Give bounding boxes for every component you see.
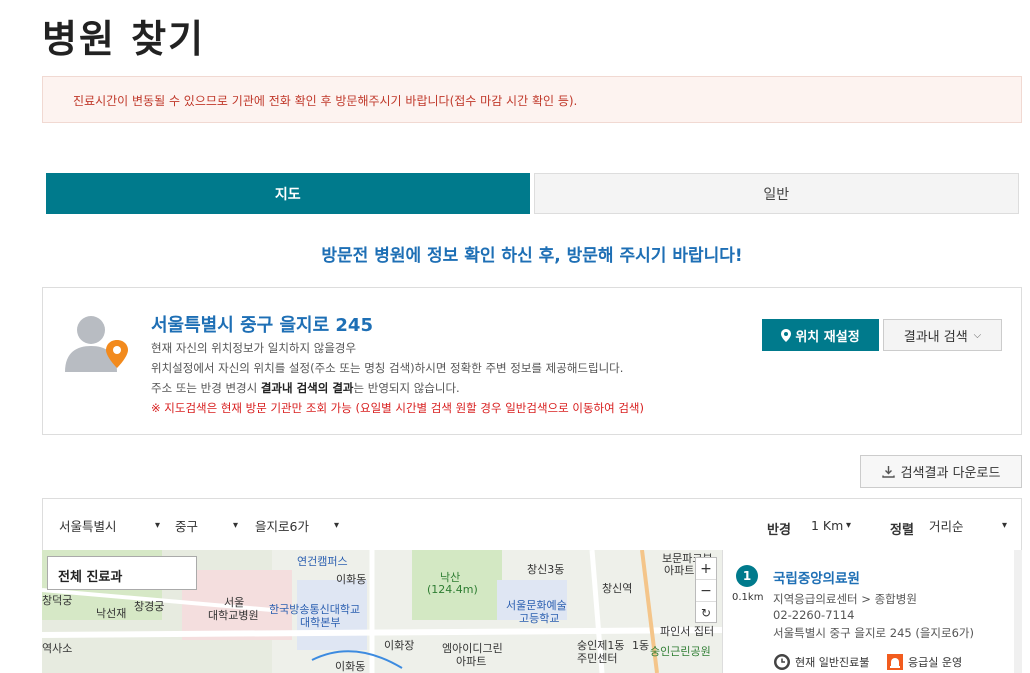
view-tabs: 지도 일반 — [46, 173, 1019, 214]
department-filter[interactable]: 전체 진료과 — [47, 556, 197, 590]
chevron-down-icon: ▾ — [232, 520, 238, 531]
search-within-results-button[interactable]: 결과내 검색 ⌵ — [883, 319, 1002, 351]
city-select[interactable]: 서울특별시 ▾ — [53, 511, 166, 540]
result-phone: 02-2260-7114 — [773, 608, 855, 622]
radius-select[interactable]: 1 Km ▾ — [805, 511, 857, 540]
result-er-tag: 응급실 운영 — [886, 653, 962, 671]
reset-location-button[interactable]: 위치 재설정 — [762, 319, 879, 351]
chevron-down-icon: ▾ — [154, 520, 160, 531]
map-label: 창신3동 — [527, 563, 565, 576]
clock-icon — [774, 654, 790, 670]
district-select[interactable]: 중구 ▾ — [169, 511, 244, 540]
help-line-3: 주소 또는 반경 변경시 결과내 검색의 결과는 반영되지 않습니다. — [151, 381, 460, 395]
chevron-down-icon: ⌵ — [973, 329, 982, 341]
result-name-link[interactable]: 국립중앙의료원 — [773, 567, 860, 587]
zoom-out-button[interactable]: − — [696, 580, 716, 602]
result-category: 지역응급의료센터 > 종합병원 — [773, 592, 917, 606]
dong-select[interactable]: 을지로6가 ▾ — [249, 511, 345, 540]
map-label: 창신역 — [602, 582, 633, 595]
chevron-down-icon: ▾ — [845, 520, 851, 531]
map-label: 아파트 — [456, 655, 487, 668]
result-status-tag: 현재 일반진료불 — [773, 653, 869, 671]
siren-icon — [887, 654, 903, 670]
result-address: 서울특별시 중구 을지로 245 (을지로6가) — [773, 626, 974, 640]
map-label: 파인서 집터 — [660, 625, 715, 638]
results-scrollbar[interactable] — [1014, 550, 1022, 673]
location-help: 현재 자신의 위치정보가 일치하지 않을경우 위치설정에서 자신의 위치를 설정… — [151, 338, 644, 418]
notice-banner: 진료시간이 변동될 수 있으므로 기관에 전화 확인 후 방문해주시기 바랍니다… — [42, 76, 1022, 123]
chevron-down-icon: ▾ — [1001, 520, 1007, 531]
user-location-icon — [63, 308, 129, 372]
map-label: (124.4m) — [427, 583, 478, 596]
result-rank-marker: 1 — [736, 565, 758, 587]
help-line-2: 위치설정에서 자신의 위치를 설정(주소 또는 명칭 검색)하시면 정확한 주변… — [151, 361, 624, 375]
map-label: 창경궁 — [134, 600, 165, 613]
map-label: 이화장 — [384, 639, 415, 652]
location-panel: 서울특별시 중구 을지로 245 현재 자신의 위치정보가 일치하지 않을경우 … — [42, 287, 1022, 435]
tab-general[interactable]: 일반 — [533, 173, 1019, 214]
guide-text: 방문전 병원에 정보 확인 하신 후, 방문해 주시기 바랍니다! — [321, 246, 743, 266]
radius-label: 반경 — [767, 523, 791, 538]
sort-label: 정렬 — [890, 523, 914, 538]
map-zoom-control: + − ↻ — [695, 557, 717, 623]
page-title: 병원 찾기 — [42, 17, 206, 61]
pin-icon — [781, 328, 792, 342]
zoom-in-button[interactable]: + — [696, 558, 716, 580]
map-label: 1동 — [632, 639, 650, 652]
map-label: 대학본부 — [300, 616, 341, 629]
map-label: 아파트 — [664, 564, 695, 577]
map-label: 역사소 — [42, 642, 73, 655]
map-label: 고등학교 — [519, 612, 560, 625]
map-label: 연건캠퍼스 — [297, 555, 348, 568]
map-search-warning: ※ 지도검색은 현재 방문 기관만 조회 가능 (요일별 시간별 검색 원할 경… — [151, 401, 644, 415]
map-label: 창덕궁 — [42, 594, 73, 607]
download-icon — [881, 466, 895, 478]
sort-select[interactable]: 거리순 ▾ — [923, 511, 1013, 540]
map-label: 낙선재 — [96, 607, 127, 620]
filter-bar: 서울특별시 ▾ 중구 ▾ 을지로6가 ▾ 반경 1 Km ▾ 정렬 거리순 ▾ — [42, 498, 1022, 550]
help-line-1: 현재 자신의 위치정보가 일치하지 않을경우 — [151, 341, 357, 355]
result-distance: 0.1km — [732, 592, 764, 603]
chevron-down-icon: ▾ — [333, 520, 339, 531]
map-label: 이화동 — [336, 573, 367, 586]
current-address: 서울특별시 중구 을지로 245 — [151, 315, 373, 336]
refresh-icon[interactable]: ↻ — [696, 602, 716, 624]
map-view[interactable]: 전체 진료과 연건캠퍼스 이화동 낙산 (124.4m) 창신3동 창신역 보문… — [42, 550, 722, 673]
map-label: 대학교병원 — [208, 609, 259, 622]
download-results-button[interactable]: 검색결과 다운로드 — [860, 455, 1022, 488]
map-label: 주민센터 — [577, 652, 618, 665]
map-label: 숭인근린공원 — [650, 645, 711, 658]
results-list: 1 0.1km 국립중앙의료원 지역응급의료센터 > 종합병원 02-2260-… — [722, 550, 1022, 673]
map-label: 이화동 — [335, 660, 366, 673]
tab-map[interactable]: 지도 — [46, 173, 530, 214]
